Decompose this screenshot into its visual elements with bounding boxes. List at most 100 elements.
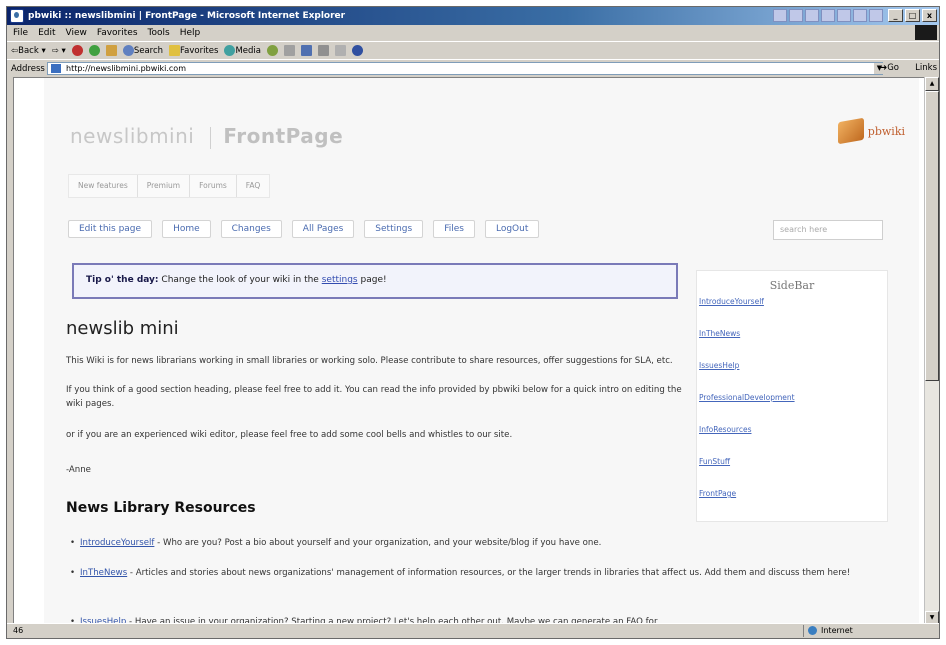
- address-url: http://newslibmini.pbwiki.com: [66, 64, 186, 73]
- vertical-scrollbar[interactable]: ▲ ▼: [924, 77, 939, 625]
- page-viewport: newslibmini FrontPage pbwiki New features…: [13, 77, 926, 626]
- refresh-icon[interactable]: [88, 45, 100, 56]
- search-button[interactable]: Search: [122, 45, 164, 56]
- extension-icon[interactable]: [805, 9, 819, 22]
- back-label: Back: [18, 45, 39, 56]
- status-bar: 46 Internet: [7, 623, 939, 638]
- list-item-text: - Articles and stories about news organi…: [127, 568, 851, 578]
- address-bar: Address http://newslibmini.pbwiki.com ▼ …: [7, 59, 939, 77]
- settings-button[interactable]: Settings: [364, 220, 424, 238]
- scroll-thumb[interactable]: [925, 91, 939, 381]
- signoff: -Anne: [66, 465, 91, 475]
- ie-icon: [10, 9, 24, 23]
- menu-bar: File Edit View Favorites Tools Help: [7, 25, 939, 40]
- subnav-premium[interactable]: Premium: [138, 175, 191, 197]
- extension-icon[interactable]: [821, 9, 835, 22]
- edit-page-button[interactable]: Edit this page: [68, 220, 153, 238]
- close-button[interactable]: x: [922, 9, 937, 22]
- logout-button[interactable]: LogOut: [484, 220, 540, 238]
- extension-icon[interactable]: [869, 9, 883, 22]
- search-input[interactable]: search here: [773, 220, 883, 240]
- menu-edit[interactable]: Edit: [38, 28, 55, 38]
- favorites-icon: [169, 45, 181, 56]
- scroll-up-icon[interactable]: ▲: [925, 77, 939, 91]
- files-button[interactable]: Files: [433, 220, 475, 238]
- settings-link[interactable]: settings: [322, 275, 358, 285]
- menu-help[interactable]: Help: [180, 28, 201, 38]
- changes-button[interactable]: Changes: [220, 220, 282, 238]
- extension-icon[interactable]: [837, 9, 851, 22]
- zone-label: Internet: [821, 626, 853, 635]
- go-button[interactable]: ➜Go: [880, 63, 899, 73]
- sidebar-title: SideBar: [769, 279, 815, 292]
- home-icon[interactable]: [105, 45, 117, 56]
- logo-text: pbwiki: [867, 124, 905, 138]
- media-label: Media: [235, 46, 261, 56]
- list-item: IntroduceYourself - Who are you? Post a …: [70, 536, 880, 550]
- page-icon: [51, 64, 61, 73]
- extension-icon[interactable]: [789, 9, 803, 22]
- extension-icon[interactable]: [853, 9, 867, 22]
- print-icon[interactable]: [300, 45, 312, 56]
- maximize-button[interactable]: □: [905, 9, 920, 22]
- security-zone: Internet: [803, 625, 923, 637]
- address-input[interactable]: http://newslibmini.pbwiki.com ▼: [47, 62, 885, 75]
- globe-icon: [808, 626, 817, 635]
- sidebar-link-inthenews[interactable]: InTheNews: [699, 329, 887, 361]
- go-label: Go: [887, 63, 899, 73]
- sidebar-link-frontpage[interactable]: FrontPage: [699, 489, 887, 521]
- discuss-icon[interactable]: [334, 45, 346, 56]
- windows-flag-icon: [915, 25, 937, 40]
- subnav-new-features[interactable]: New features: [69, 175, 138, 197]
- logo-icon: [837, 117, 864, 145]
- title-bar: pbwiki :: newslibmini | FrontPage - Micr…: [7, 7, 939, 25]
- header-divider: [210, 126, 212, 149]
- introduceyourself-link[interactable]: IntroduceYourself: [80, 538, 154, 548]
- home-button[interactable]: Home: [162, 220, 211, 238]
- tip-text: Change the look of your wiki in the: [161, 275, 319, 285]
- sidebar-link-professionaldevelopment[interactable]: ProfessionalDevelopment: [699, 393, 887, 425]
- editor-paragraph: or if you are an experienced wiki editor…: [66, 430, 513, 440]
- sidebar-link-issueshelp[interactable]: IssuesHelp: [699, 361, 887, 393]
- tip-end: page!: [360, 275, 387, 285]
- back-button[interactable]: ⇦Back ▾: [11, 46, 46, 56]
- messenger-icon[interactable]: [351, 45, 363, 56]
- wiki-header: newslibmini FrontPage: [70, 124, 343, 149]
- media-button[interactable]: Media: [224, 45, 261, 56]
- sidebar: SideBar IntroduceYourself InTheNews Issu…: [696, 270, 888, 522]
- tip-label: Tip o' the day:: [86, 275, 159, 285]
- mail-icon[interactable]: [283, 45, 295, 56]
- section-paragraph: If you think of a good section heading, …: [66, 385, 682, 409]
- address-label: Address: [11, 63, 45, 74]
- forward-button[interactable]: ⇨ ▾: [52, 46, 66, 56]
- wiki-name[interactable]: newslibmini: [70, 124, 194, 148]
- menu-favorites[interactable]: Favorites: [97, 28, 138, 38]
- edit-icon[interactable]: [317, 45, 329, 56]
- sidebar-link-funstuff[interactable]: FunStuff: [699, 457, 887, 489]
- history-icon[interactable]: [266, 45, 278, 56]
- menu-view[interactable]: View: [66, 28, 87, 38]
- subnav-forums[interactable]: Forums: [190, 175, 237, 197]
- extension-icon[interactable]: [773, 9, 787, 22]
- standard-toolbar: ⇦Back ▾ ⇨ ▾ Search Favorites Media: [7, 41, 939, 59]
- wiki-page: newslibmini FrontPage pbwiki New features…: [44, 78, 919, 626]
- tip-of-the-day: Tip o' the day: Change the look of your …: [72, 263, 678, 299]
- page-actions: Edit this page Home Changes All Pages Se…: [68, 220, 540, 238]
- sidebar-link-introduceyourself[interactable]: IntroduceYourself: [699, 297, 887, 329]
- menu-tools[interactable]: Tools: [148, 28, 170, 38]
- minimize-button[interactable]: _: [888, 9, 903, 22]
- sidebar-link-inforesources[interactable]: InfoResources: [699, 425, 887, 457]
- sub-navigation: New features Premium Forums FAQ: [68, 174, 271, 198]
- window-title: pbwiki :: newslibmini | FrontPage - Micr…: [28, 11, 346, 21]
- all-pages-button[interactable]: All Pages: [291, 220, 355, 238]
- subnav-faq[interactable]: FAQ: [237, 175, 270, 197]
- page-name: FrontPage: [223, 124, 344, 148]
- inthenews-link[interactable]: InTheNews: [80, 568, 127, 578]
- menu-file[interactable]: File: [13, 28, 28, 38]
- pbwiki-logo[interactable]: pbwiki: [837, 117, 905, 145]
- links-button[interactable]: Links: [915, 63, 937, 73]
- toolbar-extension-icons: [773, 9, 883, 22]
- stop-icon[interactable]: [71, 45, 83, 56]
- favorites-button[interactable]: Favorites: [169, 45, 218, 56]
- search-label: Search: [133, 46, 164, 56]
